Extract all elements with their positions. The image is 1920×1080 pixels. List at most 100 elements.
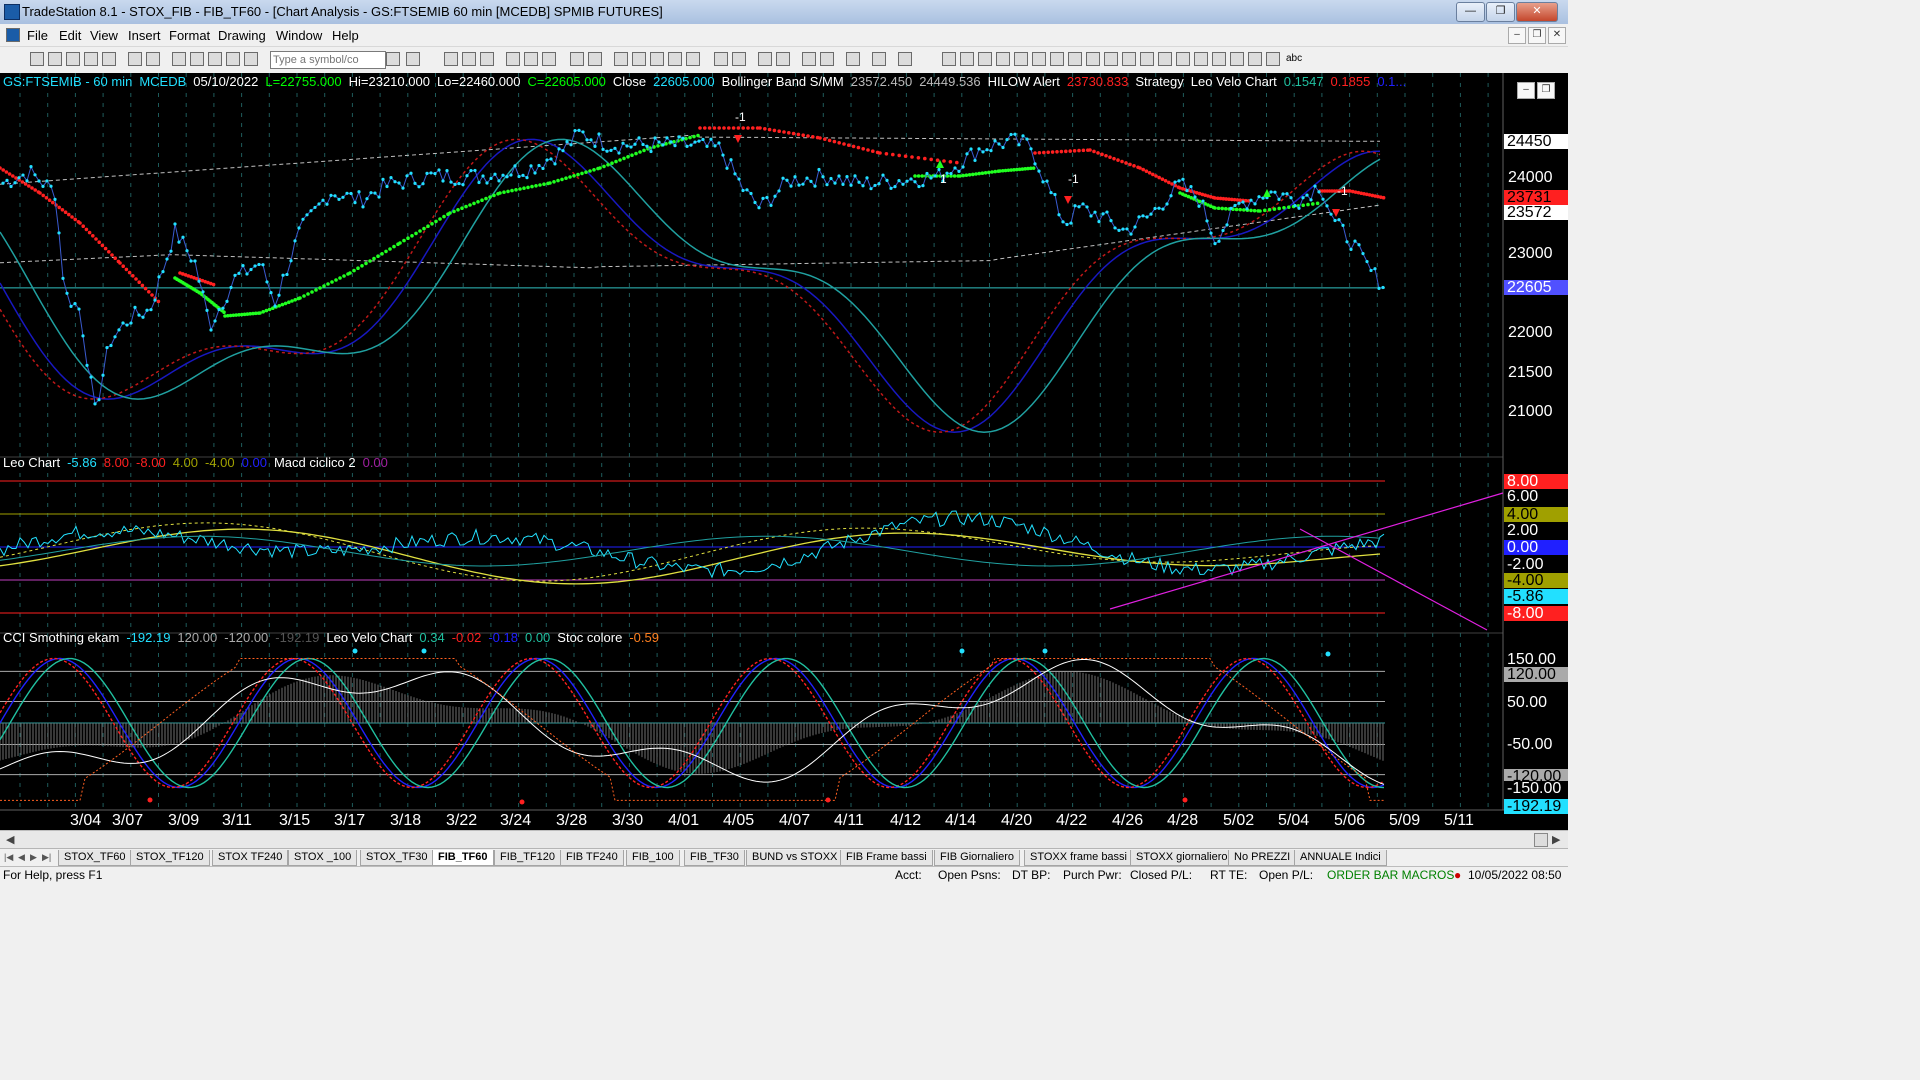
mdi-close-button[interactable]: ✕ [1548,27,1566,44]
insert-analysis-icon[interactable] [614,52,628,66]
refresh-icon[interactable] [898,52,912,66]
portfolio-icon[interactable] [542,52,556,66]
gann-fan-icon[interactable] [1032,52,1046,66]
workspace-tab[interactable]: FIB_TF120 [494,850,562,866]
symbol-input[interactable] [270,51,386,69]
window-cascade-icon[interactable] [570,52,584,66]
cut-icon[interactable] [172,52,186,66]
folder-icon[interactable] [102,52,116,66]
maximize-button[interactable]: ❐ [1486,2,1515,22]
chart-restore-button[interactable]: ❐ [1537,82,1555,99]
tools-icon[interactable] [846,52,860,66]
chart-document-icon[interactable] [6,28,20,42]
menu-format[interactable]: Format [169,28,210,43]
trendline-icon[interactable] [942,52,956,66]
workspace-tab[interactable]: BUND vs STOXX [746,850,844,866]
open-icon[interactable] [48,52,62,66]
workspace-tab[interactable]: FIB Giornaliero [934,850,1020,866]
properties-icon[interactable] [872,52,886,66]
print-preview-icon[interactable] [146,52,160,66]
tab-next-icon[interactable]: ▶ [30,852,37,863]
workspace-tab[interactable]: STOX_TF30 [360,850,434,866]
arrow-down-red-icon[interactable] [1194,52,1208,66]
format-painter-icon[interactable] [244,52,258,66]
ellipse-icon[interactable] [1248,52,1262,66]
scanner-icon[interactable] [506,52,520,66]
andrews-pitchfork-icon[interactable] [1050,52,1064,66]
regression-icon[interactable] [1086,52,1100,66]
arrow-down-icon[interactable] [1212,52,1226,66]
menu-view[interactable]: View [90,28,118,43]
save-icon[interactable] [66,52,80,66]
vertical-line-icon[interactable] [960,52,974,66]
close-button[interactable]: ✕ [1516,2,1558,22]
workspace-tab[interactable]: FIB TF240 [560,850,624,866]
scroll-left-icon[interactable]: ◀ [6,833,14,846]
window-tile-icon[interactable] [588,52,602,66]
menu-edit[interactable]: Edit [59,28,81,43]
menu-drawing[interactable]: Drawing [218,28,266,43]
arrow-up-blue-icon[interactable] [1230,52,1244,66]
radar-screen-icon[interactable] [462,52,476,66]
window-titlebar[interactable]: TradeStation 8.1 - STOX_FIB - FIB_TF60 -… [0,0,1568,25]
pencil-icon[interactable] [1176,52,1190,66]
workspace-tab[interactable]: STOX_TF120 [130,850,210,866]
scroll-right-icon[interactable]: ▶ [1552,833,1560,846]
workspace-tab[interactable]: STOX_TF60 [58,850,132,866]
channel-icon[interactable] [996,52,1010,66]
bar-chart-icon[interactable] [650,52,664,66]
scroll-bars-icon[interactable] [732,52,746,66]
menu-insert[interactable]: Insert [128,28,161,43]
workspace-tab[interactable]: FIB_100 [626,850,680,866]
go-arrow-icon[interactable] [386,52,400,66]
mdi-restore-button[interactable]: ❐ [1528,27,1546,44]
workspace-tab[interactable]: STOX TF240 [212,850,289,866]
chart-minimize-button[interactable]: – [1517,82,1535,99]
matrix-icon[interactable] [480,52,494,66]
minimize-button[interactable]: — [1456,2,1485,22]
status-macros[interactable]: ORDER BAR MACROS [1327,868,1454,882]
workspace-tab[interactable]: FIB Frame bassi [840,850,933,866]
tab-first-icon[interactable]: |◀ [4,852,13,863]
arc-icon[interactable] [1122,52,1136,66]
data-window-icon[interactable] [820,52,834,66]
freehand-icon[interactable] [1158,52,1172,66]
zoom-out-icon[interactable] [776,52,790,66]
copy-icon[interactable] [190,52,204,66]
line-chart-icon[interactable] [686,52,700,66]
tab-last-icon[interactable]: ▶| [42,852,51,863]
rectangle-icon[interactable] [1266,52,1280,66]
workspace-tab[interactable]: FIB_TF30 [684,850,745,866]
new-icon[interactable] [30,52,44,66]
bar-spacing-icon[interactable] [714,52,728,66]
time-zones-icon[interactable] [1104,52,1118,66]
menu-help[interactable]: Help [332,28,359,43]
zoom-in-icon[interactable] [758,52,772,66]
chart-canvas[interactable]: -1 1 -1 -1 [0,73,1568,830]
chart-analysis-icon[interactable] [444,52,458,66]
options-icon[interactable] [524,52,538,66]
percent-change-icon[interactable] [1140,52,1154,66]
workspace-tab[interactable]: STOXX giornaliero [1130,850,1234,866]
horizontal-scrollbar[interactable]: ◀ ▶ [0,830,1568,849]
text-tool-label[interactable]: abc [1286,53,1302,64]
workspace-tab[interactable]: No PREZZI [1228,850,1297,866]
speed-lines-icon[interactable] [1068,52,1082,66]
workspace-tab[interactable]: STOXX frame bassi [1024,850,1133,866]
candlestick-icon[interactable] [668,52,682,66]
horizontal-line-icon[interactable] [978,52,992,66]
paste-icon[interactable] [208,52,222,66]
pointer-icon[interactable] [802,52,816,66]
lock-icon[interactable] [226,52,240,66]
tab-prev-icon[interactable]: ◀ [18,852,25,863]
workspace-tab[interactable]: FIB_TF60 [432,850,494,866]
menu-window[interactable]: Window [276,28,322,43]
workspace-tab[interactable]: STOX _100 [288,850,358,866]
print-icon[interactable] [128,52,142,66]
symbol-lookup-icon[interactable] [406,52,420,66]
workspace-tab[interactable]: ANNUALE Indici [1294,850,1387,866]
scroll-thumb[interactable] [1534,833,1548,847]
insert-study-icon[interactable] [632,52,646,66]
menu-file[interactable]: File [27,28,48,43]
fibonacci-icon[interactable] [1014,52,1028,66]
